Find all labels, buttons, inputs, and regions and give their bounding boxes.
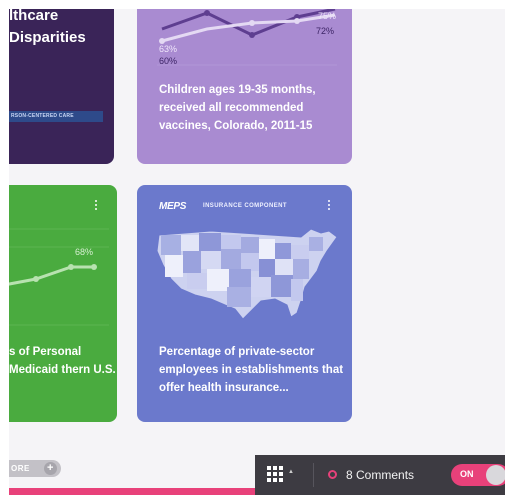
medicaid-series-line — [9, 265, 94, 286]
state-shape — [275, 259, 293, 275]
state-shape — [241, 253, 259, 271]
apps-menu-button[interactable]: ▲ — [267, 466, 297, 484]
state-shape — [291, 245, 309, 259]
state-shape — [309, 237, 323, 251]
bottom-toolbar: ▲ 8 Comments ON — [255, 455, 505, 495]
card-description: s of Personal Medicaid thern U.S. — [9, 346, 116, 376]
state-shape — [259, 259, 275, 277]
data-label-75: 75% — [318, 11, 337, 21]
state-shape — [293, 259, 309, 279]
vaccines-card[interactable]: 75% 72% 63% 60% Children ages 19-35 mont… — [137, 9, 352, 164]
accent-bar — [9, 488, 289, 495]
toggle-knob — [486, 465, 505, 485]
toolbar-divider — [313, 463, 314, 487]
state-shape — [221, 235, 241, 249]
state-shape — [201, 251, 221, 269]
card-title-line-2: Disparities — [9, 29, 86, 46]
state-shape — [229, 269, 251, 287]
dashboard-viewport: lthcare Disparities RSON-CENTERED CARE 7… — [9, 9, 505, 495]
state-shape — [181, 235, 199, 251]
state-shape — [271, 275, 293, 297]
grid-icon — [267, 466, 283, 482]
card-description: Percentage of private-sector employees i… — [159, 346, 344, 394]
medicaid-series-point — [33, 276, 39, 282]
state-shape — [251, 277, 271, 297]
chevron-up-icon: ▲ — [288, 469, 294, 475]
comments-label: 8 Comments — [346, 468, 415, 482]
data-label-72: 72% — [316, 26, 335, 36]
medicaid-card[interactable]: 68% s of Personal Medicaid thern U.S. — [9, 185, 117, 422]
state-shape — [227, 287, 251, 307]
state-shape — [221, 249, 241, 269]
state-shape — [165, 255, 183, 277]
insurance-component-label: INSURANCE COMPONENT — [203, 203, 287, 209]
healthcare-disparities-card[interactable]: lthcare Disparities RSON-CENTERED CARE — [9, 9, 114, 164]
state-shape — [291, 279, 303, 301]
more-button-label: ORE — [11, 464, 30, 473]
state-shape — [241, 237, 259, 253]
state-shape — [183, 251, 201, 273]
data-label-68: 68% — [75, 247, 94, 257]
state-shape — [187, 273, 207, 289]
medicaid-series-point — [91, 264, 97, 270]
card-title: lthcare Disparities — [9, 9, 114, 49]
vaccines-series-point — [249, 20, 255, 26]
medicaid-line-chart — [9, 228, 109, 326]
state-shape — [161, 235, 181, 255]
vaccines-series-point — [204, 10, 210, 16]
category-tag: RSON-CENTERED CARE — [9, 111, 103, 122]
data-label-60: 60% — [159, 56, 178, 66]
vaccines-series-point — [294, 18, 300, 24]
card-menu-icon[interactable] — [327, 200, 331, 210]
state-shape — [207, 269, 229, 291]
state-shape — [199, 233, 221, 251]
comments-toggle[interactable]: ON — [451, 464, 505, 486]
state-shape — [259, 239, 275, 259]
vaccines-series-point — [249, 32, 255, 38]
medicaid-series-point — [68, 264, 74, 270]
us-choropleth-map — [156, 228, 338, 320]
data-label-63: 63% — [159, 44, 178, 54]
meps-logo: MEPS — [159, 201, 187, 212]
insurance-card[interactable]: MEPS INSURANCE COMPONENT Percentage of p… — [137, 185, 352, 422]
card-description: Children ages 19-35 months, received all… — [159, 84, 316, 132]
plus-icon: + — [44, 462, 57, 475]
toggle-label: ON — [460, 469, 474, 479]
card-title-line-1: lthcare — [9, 9, 59, 24]
more-button[interactable]: ORE + — [9, 460, 61, 477]
state-shape — [275, 243, 291, 259]
comment-icon — [328, 470, 337, 479]
